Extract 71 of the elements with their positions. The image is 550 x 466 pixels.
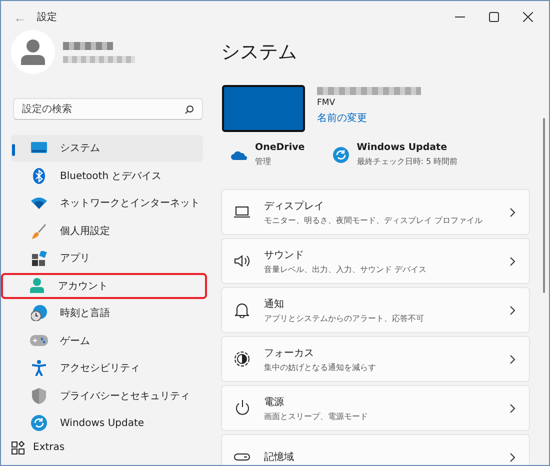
chevron-icon: [510, 208, 515, 216]
nav-item[interactable]: アプリ: [11, 245, 203, 272]
card-description: モニター、明るさ、夜間モード、ディスプレイ プロファイル: [264, 214, 484, 226]
cloud-icon: [231, 150, 247, 160]
card-description: 集中の妨げとなる通知を減らす: [264, 362, 377, 372]
quick-link-status: 管理: [255, 156, 272, 167]
nav-item[interactable]: 時刻と言語: [11, 300, 203, 326]
search-field[interactable]: 設定の検索: [13, 98, 203, 120]
person-icon: [30, 278, 44, 294]
nav-item[interactable]: ネットワークとインターネット: [11, 190, 203, 216]
window-title: 設定: [37, 10, 57, 24]
card-title: サウンド: [264, 248, 305, 262]
card-title: 電源: [264, 396, 285, 408]
focus-icon: [234, 351, 250, 367]
card-description: アプリとシステムからのアラート、応答不可: [264, 312, 425, 324]
card-description: 音量レベル、出力、入力、サウンド デバイス: [264, 264, 428, 274]
card-title: フォーカス: [264, 346, 315, 360]
quick-link-status: 最終チェック日時: 5 時間前: [356, 156, 458, 167]
nav-label[interactable]: Extras: [33, 442, 65, 453]
nav-item[interactable]: Windows Update: [11, 410, 203, 436]
highlighted-nav-item[interactable]: アカウント: [1, 272, 207, 299]
chevron-icon: [510, 354, 515, 364]
maximize-icon: [489, 12, 499, 22]
card-title: 通知: [264, 298, 285, 310]
scrollbar[interactable]: [543, 118, 545, 293]
bluetooth-icon: [33, 168, 45, 184]
speaker-icon: [234, 254, 250, 268]
apps-icon: [32, 250, 46, 266]
shield-icon: [32, 388, 46, 404]
monitor-icon: [31, 142, 47, 154]
nav-item[interactable]: ゲーム: [11, 328, 203, 354]
nav-item[interactable]: プライバシーとセキュリティ: [11, 382, 203, 409]
chevron-icon: [510, 404, 515, 412]
page-title: システム: [221, 40, 298, 65]
settings-card[interactable]: ディスプレイ モニター、明るさ、夜間モード、ディスプレイ プロファイル: [221, 189, 530, 235]
settings-card[interactable]: サウンド 音量レベル、出力、入力、サウンド デバイス: [221, 238, 530, 284]
power-icon: [234, 400, 250, 416]
card-description: 画面とスリープ、電源モード: [264, 410, 369, 422]
close-icon: [523, 12, 533, 22]
drive-icon: [234, 453, 250, 461]
avatar[interactable]: [11, 30, 55, 74]
nav-item[interactable]: Bluetooth とデバイス: [11, 162, 203, 189]
nav-item[interactable]: アクセシビリティ: [11, 355, 203, 382]
nav-item[interactable]: 個人用設定: [11, 218, 203, 244]
gamepad-icon: [30, 335, 48, 346]
quick-link-title[interactable]: OneDrive: [255, 142, 305, 153]
device-model: FMV: [317, 98, 336, 108]
wifi-icon: [31, 197, 47, 210]
redacted-name: [63, 42, 113, 50]
chevron-icon: [510, 452, 515, 462]
globe-clock-icon: [31, 305, 47, 322]
brush-icon: [32, 222, 46, 239]
settings-card[interactable]: 電源 画面とスリープ、電源モード: [221, 385, 530, 431]
bell-icon: [235, 302, 249, 318]
rename-link[interactable]: 名前の変更: [317, 111, 421, 125]
settings-card[interactable]: 記憶域: [221, 434, 530, 465]
extras-icon: [11, 440, 25, 454]
card-title: 記憶域: [264, 450, 295, 464]
quick-link-title[interactable]: Windows Update: [356, 142, 458, 153]
chevron-icon: [510, 306, 515, 314]
settings-card[interactable]: 通知 アプリとシステムからのアラート、応答不可: [221, 287, 530, 333]
settings-card[interactable]: フォーカス 集中の妨げとなる通知を減らす: [221, 336, 530, 382]
search-icon: [185, 105, 194, 114]
accessibility-icon: [32, 360, 46, 376]
chevron-icon: [510, 256, 515, 266]
sync-icon: [31, 415, 47, 432]
card-title: ディスプレイ: [264, 200, 325, 212]
sync-icon: [332, 146, 349, 162]
laptop-icon: [234, 206, 250, 218]
nav-item[interactable]: システム: [11, 135, 203, 162]
redacted-email: [63, 56, 135, 62]
